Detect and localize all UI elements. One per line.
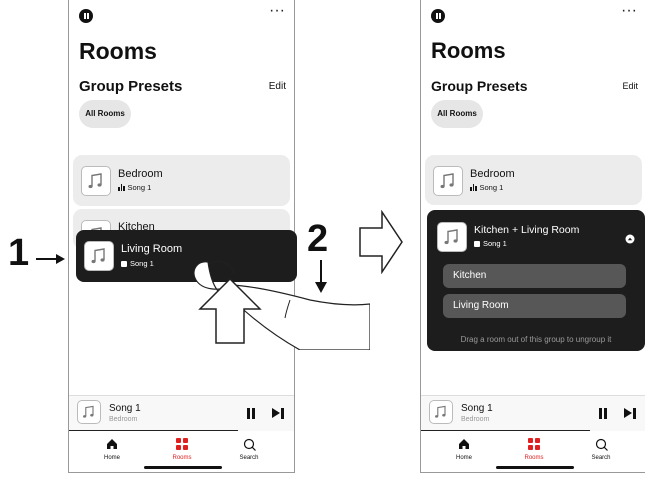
stop-square-icon xyxy=(474,240,480,247)
album-art-icon xyxy=(437,222,467,252)
album-art-icon xyxy=(433,166,463,196)
tab-label: Home xyxy=(103,455,120,461)
now-playing: Song 1 xyxy=(121,259,154,268)
stop-square-icon xyxy=(121,260,127,267)
group-name: Kitchen + Living Room xyxy=(474,224,580,236)
tab-label: Search xyxy=(591,455,611,461)
song-label: Song 1 xyxy=(130,259,154,268)
now-playing: Song 1 xyxy=(474,239,507,248)
mini-song-title: Song 1 xyxy=(461,403,493,414)
pause-status-icon[interactable] xyxy=(431,9,445,23)
room-name: Living Room xyxy=(121,243,183,255)
tab-home[interactable]: Home xyxy=(82,437,142,461)
tab-rooms[interactable]: Rooms xyxy=(152,437,212,461)
section-title: Group Presets xyxy=(431,78,528,94)
now-playing: Song 1 xyxy=(470,183,503,192)
tab-label: Rooms xyxy=(524,455,544,461)
page-title: Rooms xyxy=(431,38,506,63)
down-arrow-icon xyxy=(315,260,327,293)
album-art-icon xyxy=(81,166,111,196)
mini-player[interactable]: Song 1 Bedroom xyxy=(69,395,294,432)
tab-search[interactable]: Search xyxy=(219,437,279,461)
home-icon xyxy=(82,437,142,451)
song-label: Song 1 xyxy=(479,183,504,192)
right-arrow-icon xyxy=(36,254,65,264)
rooms-icon xyxy=(152,437,212,451)
more-icon[interactable]: ··· xyxy=(269,2,285,20)
preset-chip-all-rooms[interactable]: All Rooms xyxy=(431,100,483,128)
tab-home[interactable]: Home xyxy=(434,437,494,461)
search-icon xyxy=(219,437,279,451)
mini-song-title: Song 1 xyxy=(109,403,141,414)
group-member-living-room[interactable]: Living Room xyxy=(443,294,626,318)
step-2-label: 2 xyxy=(307,218,329,260)
rooms-icon xyxy=(504,437,564,451)
room-name: Bedroom xyxy=(118,168,163,180)
mini-room-name: Bedroom xyxy=(109,416,138,423)
album-art-icon xyxy=(84,241,114,271)
tab-search[interactable]: Search xyxy=(571,437,631,461)
equalizer-icon xyxy=(470,184,477,191)
phone-after: ··· Rooms Group Presets Edit All Rooms B… xyxy=(420,0,645,473)
skip-next-icon[interactable] xyxy=(272,408,286,419)
album-art-icon xyxy=(77,400,101,424)
pause-status-icon[interactable] xyxy=(79,9,93,23)
tab-bar: Home Rooms Search xyxy=(421,431,645,472)
song-label: Song 1 xyxy=(127,183,152,192)
group-card-kitchen-living-room[interactable]: Kitchen + Living Room Song 1 Kitchen Liv… xyxy=(427,210,645,351)
song-label: Song 1 xyxy=(483,239,507,248)
ungroup-hint: Drag a room out of this group to ungroup… xyxy=(460,335,612,344)
home-indicator xyxy=(496,466,574,469)
room-card-bedroom[interactable]: Bedroom Song 1 xyxy=(425,155,642,205)
home-icon xyxy=(434,437,494,451)
edit-button[interactable]: Edit xyxy=(269,81,286,92)
skip-next-icon[interactable] xyxy=(624,408,638,419)
tab-rooms[interactable]: Rooms xyxy=(504,437,564,461)
section-title: Group Presets xyxy=(79,78,183,95)
preset-chip-all-rooms[interactable]: All Rooms xyxy=(79,100,131,128)
tab-bar: Home Rooms Search xyxy=(69,431,294,472)
page-title: Rooms xyxy=(79,38,157,64)
search-icon xyxy=(571,437,631,451)
home-indicator xyxy=(144,466,222,469)
tab-label: Home xyxy=(455,455,472,461)
group-member-kitchen[interactable]: Kitchen xyxy=(443,264,626,288)
edit-button[interactable]: Edit xyxy=(622,81,638,91)
up-arrow-icon xyxy=(198,277,262,344)
room-name: Bedroom xyxy=(470,168,515,180)
tab-label: Rooms xyxy=(172,455,192,461)
transition-arrow-icon xyxy=(359,210,403,274)
mini-player[interactable]: Song 1 Bedroom xyxy=(421,395,645,432)
room-card-bedroom[interactable]: Bedroom Song 1 xyxy=(73,155,290,206)
tab-label: Search xyxy=(239,455,259,461)
step-1-label: 1 xyxy=(8,232,30,274)
pause-icon[interactable] xyxy=(598,408,608,419)
pause-icon[interactable] xyxy=(246,408,256,419)
album-art-icon xyxy=(429,400,453,424)
equalizer-icon xyxy=(118,184,125,191)
collapse-icon[interactable] xyxy=(625,234,635,244)
now-playing: Song 1 xyxy=(118,183,151,192)
more-icon[interactable]: ··· xyxy=(621,2,637,20)
mini-room-name: Bedroom xyxy=(461,416,490,423)
